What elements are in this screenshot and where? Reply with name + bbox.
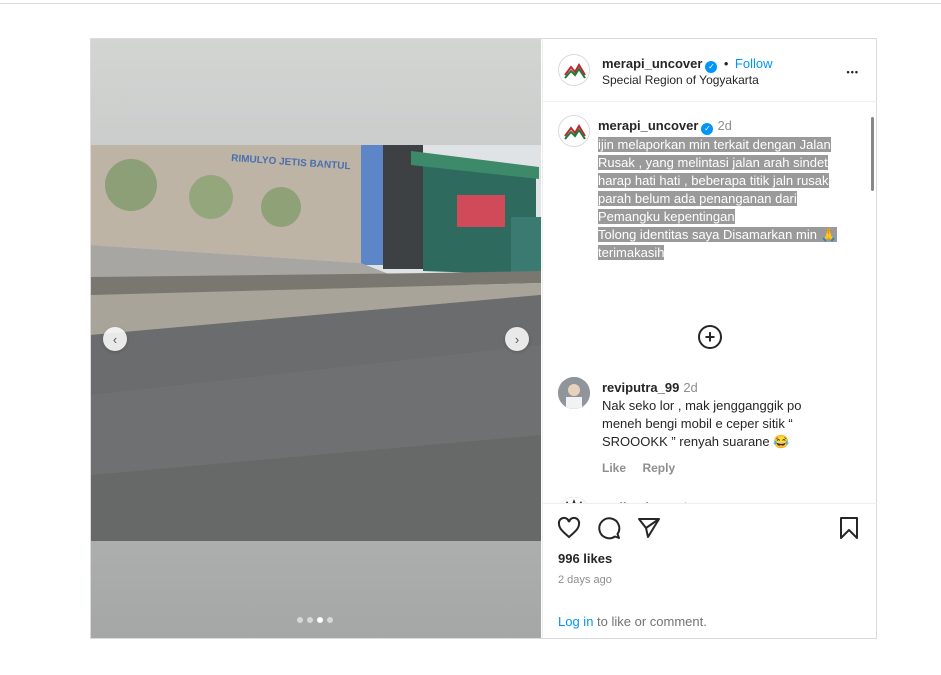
share-button[interactable] (635, 514, 663, 542)
save-button[interactable] (835, 514, 863, 542)
carousel-dot (297, 617, 303, 623)
author-username[interactable]: merapi_uncover (602, 56, 702, 71)
comments-scrollbar[interactable] (871, 117, 874, 191)
post-photo: RIMULYO JETIS BANTUL (91, 145, 541, 541)
login-link[interactable]: Log in (558, 614, 593, 629)
plus-icon: + (704, 327, 716, 347)
comment-text: Nak seko lor , mak jengganggik po meneh b… (602, 397, 862, 451)
verified-badge-icon: ✓ (705, 61, 718, 73)
comment-username[interactable]: reviputra_99 (602, 380, 679, 395)
comment-like-button[interactable]: Like (602, 461, 626, 475)
comment-reply-button[interactable]: Reply (642, 461, 675, 475)
likes-count[interactable]: 996 likes (558, 551, 612, 566)
verified-badge-icon: ✓ (701, 123, 714, 135)
mountain-logo-icon (564, 63, 586, 79)
more-options-label: ••• (846, 67, 859, 77)
heart-icon (557, 516, 581, 539)
top-divider (0, 3, 941, 4)
load-more-comments-button[interactable]: + (698, 325, 722, 349)
post-side-panel: merapi_uncover ✓ • Follow Special Region … (542, 39, 877, 638)
more-options-icon[interactable]: ••• (847, 59, 859, 80)
separator-dot: • (723, 56, 729, 71)
mountain-logo-icon (564, 124, 586, 140)
carousel-dots (297, 617, 333, 623)
next-image-button[interactable]: › (505, 327, 529, 351)
caption-block: merapi_uncover ✓ 2d ijin melaporkan min te… (598, 117, 868, 262)
caption-line: Rusak , yang melintasi jalan arah sindet (598, 155, 828, 170)
bookmark-icon (840, 517, 858, 539)
comments-section[interactable]: merapi_uncover ✓ 2d ijin melaporkan min te… (543, 103, 877, 503)
caption-line: parah belum ada penanganan dari (598, 191, 797, 206)
comment-time[interactable]: 2d (683, 380, 697, 395)
road-photo: RIMULYO JETIS BANTUL (91, 145, 541, 541)
person-photo-icon (558, 377, 590, 409)
paper-plane-icon (638, 518, 660, 538)
caption-line: terimakasih (598, 245, 665, 260)
commenter-avatar[interactable] (558, 377, 590, 409)
carousel-dot (307, 617, 313, 623)
comment-button[interactable] (595, 514, 623, 542)
comment-line: Nak seko lor , mak jengganggik po (602, 398, 802, 413)
prev-image-button[interactable]: ‹ (103, 327, 127, 351)
like-button[interactable] (555, 514, 583, 542)
follow-button[interactable]: Follow (735, 56, 773, 71)
post-card: RIMULYO JETIS BANTUL ‹ › merapi_uncover … (90, 38, 877, 639)
login-prompt: Log in to like or comment. (558, 614, 707, 629)
location-link[interactable]: Special Region of Yogyakarta (602, 73, 759, 87)
caption-line: harap hati hati , beberapa titik jaln ru… (598, 173, 829, 188)
post-actions: 996 likes 2 days ago Log in to like or c… (543, 503, 877, 638)
carousel-dot (327, 617, 333, 623)
caption-line: Tolong identitas saya Disamarkan min 🙏 (598, 227, 837, 242)
post-media: RIMULYO JETIS BANTUL ‹ › (91, 39, 541, 638)
post-header: merapi_uncover ✓ • Follow Special Region … (543, 39, 877, 102)
author-avatar[interactable] (558, 54, 590, 86)
caption-avatar[interactable] (558, 115, 590, 147)
comment-bubble-icon (598, 517, 621, 540)
chevron-left-icon: ‹ (112, 331, 118, 347)
carousel-dot (317, 617, 323, 623)
comment-item: reviputra_99 2d Nak seko lor , mak jengga… (602, 379, 862, 477)
post-time[interactable]: 2 days ago (558, 574, 612, 586)
caption-text: ijin melaporkan min terkait dengan Jalan… (598, 136, 868, 262)
comment-line: SROOOKK ” renyah suarane 😂 (602, 434, 790, 449)
login-prompt-text: to like or comment. (593, 614, 707, 629)
caption-line: ijin melaporkan min terkait dengan Jalan (598, 137, 831, 152)
comment-line: meneh bengi mobil e ceper sitik “ (602, 416, 793, 431)
caption-time[interactable]: 2d (717, 118, 731, 133)
caption-line: Pemangku kepentingan (598, 209, 735, 224)
caption-username[interactable]: merapi_uncover (598, 118, 698, 133)
chevron-right-icon: › (514, 331, 520, 347)
